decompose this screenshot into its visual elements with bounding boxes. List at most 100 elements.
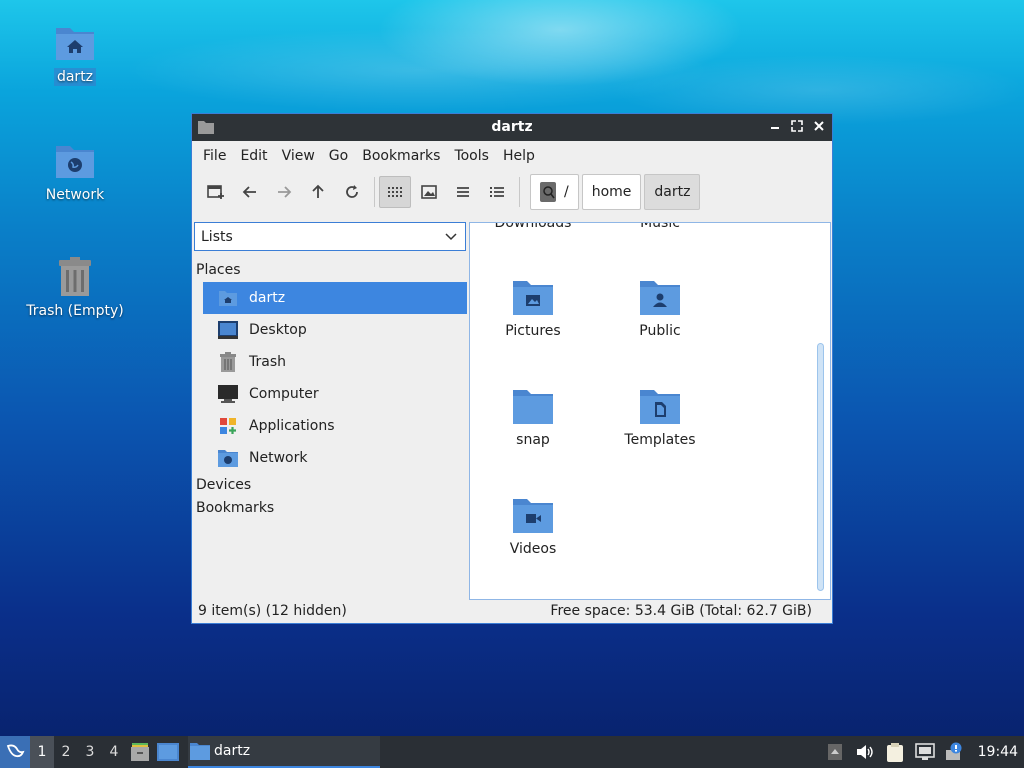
sidebar-item-computer[interactable]: Computer	[203, 378, 467, 410]
file-item-snap[interactable]: snap	[478, 388, 588, 448]
file-label: Music	[640, 222, 680, 231]
side-pane-mode-value: Lists	[201, 228, 233, 245]
desktop-icon-home[interactable]: dartz	[20, 22, 130, 86]
grid-icon	[388, 187, 402, 197]
tray-expand-button[interactable]	[820, 744, 850, 760]
applications-icon	[217, 415, 239, 437]
network-icon	[217, 447, 239, 469]
sidebar-item-applications[interactable]: Applications	[203, 410, 467, 442]
workspace-2[interactable]: 2	[54, 744, 78, 760]
folder-icon	[513, 390, 553, 424]
file-item-music[interactable]: Music	[605, 222, 715, 231]
sidebar-item-label: Trash	[249, 354, 286, 370]
status-bar: 9 item(s) (12 hidden) Free space: 53.4 G…	[192, 599, 832, 623]
icon-view-button[interactable]	[379, 176, 411, 208]
arrow-up-icon	[312, 184, 324, 198]
menu-go[interactable]: Go	[322, 148, 355, 164]
home-folder-icon	[56, 28, 94, 60]
task-label: dartz	[214, 743, 251, 759]
desktop-icon	[157, 743, 179, 761]
reload-button[interactable]	[336, 176, 368, 208]
menu-file[interactable]: File	[196, 148, 233, 164]
sidebar-item-dartz[interactable]: dartz	[203, 282, 467, 314]
folder-icon	[190, 743, 210, 760]
updates-notifier-button[interactable]	[940, 742, 970, 762]
detailed-view-button[interactable]	[481, 176, 513, 208]
up-button[interactable]	[302, 176, 334, 208]
system-tray: 19:44	[820, 736, 1024, 768]
menu-bar: File Edit View Go Bookmarks Tools Help	[192, 141, 832, 171]
toolbar-separator	[374, 177, 375, 207]
new-tab-icon	[207, 185, 224, 199]
menu-help[interactable]: Help	[496, 148, 542, 164]
sidebar-item-network[interactable]: Network	[203, 442, 467, 474]
file-item-templates[interactable]: Templates	[605, 388, 715, 448]
file-manager-window: dartz File Edit View Go Bookmarks Tools …	[191, 113, 833, 624]
sidebar-item-label: Applications	[249, 418, 335, 434]
breadcrumb-home[interactable]: home	[581, 174, 642, 210]
free-space-status: Free space: 53.4 GiB (Total: 62.7 GiB)	[550, 603, 812, 619]
sidebar-item-desktop[interactable]: Desktop	[203, 314, 467, 346]
file-item-public[interactable]: Public	[605, 279, 715, 339]
file-item-downloads[interactable]: Downloads	[478, 223, 588, 231]
show-desktop-button[interactable]	[154, 736, 182, 768]
quicklaunch-file-manager[interactable]	[126, 736, 154, 768]
computer-icon	[217, 383, 239, 405]
side-pane: Lists Places dartz Desktop Trash Compute…	[193, 222, 467, 600]
menu-tools[interactable]: Tools	[447, 148, 496, 164]
breadcrumb-root[interactable]: /	[530, 174, 579, 210]
menu-bookmarks[interactable]: Bookmarks	[355, 148, 447, 164]
arrow-left-icon	[242, 186, 256, 198]
places-heading[interactable]: Places	[193, 259, 467, 282]
new-tab-button[interactable]	[200, 176, 232, 208]
file-label: snap	[516, 432, 550, 448]
maximize-icon[interactable]	[790, 118, 804, 134]
forward-button[interactable]	[268, 176, 300, 208]
workspace-1[interactable]: 1	[30, 736, 54, 768]
file-item-pictures[interactable]: Pictures	[478, 279, 588, 339]
workspace-3[interactable]: 3	[78, 744, 102, 760]
sidebar-item-label: Desktop	[249, 322, 307, 338]
title-bar[interactable]: dartz	[192, 114, 832, 141]
menu-edit[interactable]: Edit	[233, 148, 274, 164]
breadcrumb-label: dartz	[654, 184, 691, 200]
thumbnail-view-button[interactable]	[413, 176, 445, 208]
task-button-dartz[interactable]: dartz	[188, 736, 380, 768]
trash-icon	[217, 351, 239, 373]
sidebar-item-trash[interactable]: Trash	[203, 346, 467, 378]
trash-icon	[59, 257, 91, 296]
workspace-4[interactable]: 4	[102, 744, 126, 760]
clock[interactable]: 19:44	[970, 744, 1024, 760]
reload-icon	[346, 185, 358, 198]
file-item-videos[interactable]: Videos	[478, 497, 588, 557]
clipboard-button[interactable]	[880, 742, 910, 762]
file-view[interactable]: Downloads Music Pictures Public snap Tem…	[469, 222, 831, 600]
minimize-icon[interactable]	[768, 118, 782, 134]
window-title: dartz	[491, 119, 533, 135]
side-pane-mode-select[interactable]: Lists	[194, 222, 466, 251]
desktop-icon-label: Trash (Empty)	[26, 303, 124, 319]
clipboard-icon	[886, 743, 903, 762]
back-button[interactable]	[234, 176, 266, 208]
toolbar: / home dartz	[192, 171, 832, 213]
vertical-scrollbar[interactable]	[817, 343, 824, 591]
desktop-icon-label: Network	[45, 187, 105, 203]
file-label: Pictures	[505, 323, 561, 339]
compact-view-button[interactable]	[447, 176, 479, 208]
menu-view[interactable]: View	[275, 148, 322, 164]
devices-heading[interactable]: Devices	[193, 474, 467, 497]
breadcrumb-label: /	[564, 184, 569, 200]
close-icon[interactable]	[812, 118, 826, 134]
public-folder-icon	[640, 281, 680, 315]
desktop-icon	[217, 319, 239, 341]
breadcrumb-dartz[interactable]: dartz	[644, 174, 701, 210]
desktop-icon-network[interactable]: Network	[20, 140, 130, 204]
chevron-down-icon	[445, 232, 457, 240]
sidebar-item-label: dartz	[249, 290, 286, 306]
network-status-button[interactable]	[910, 743, 940, 761]
file-label: Public	[639, 323, 681, 339]
volume-button[interactable]	[850, 744, 880, 760]
start-menu-button[interactable]	[0, 736, 30, 768]
desktop-icon-trash[interactable]: Trash (Empty)	[20, 256, 130, 320]
bookmarks-heading[interactable]: Bookmarks	[193, 497, 467, 520]
